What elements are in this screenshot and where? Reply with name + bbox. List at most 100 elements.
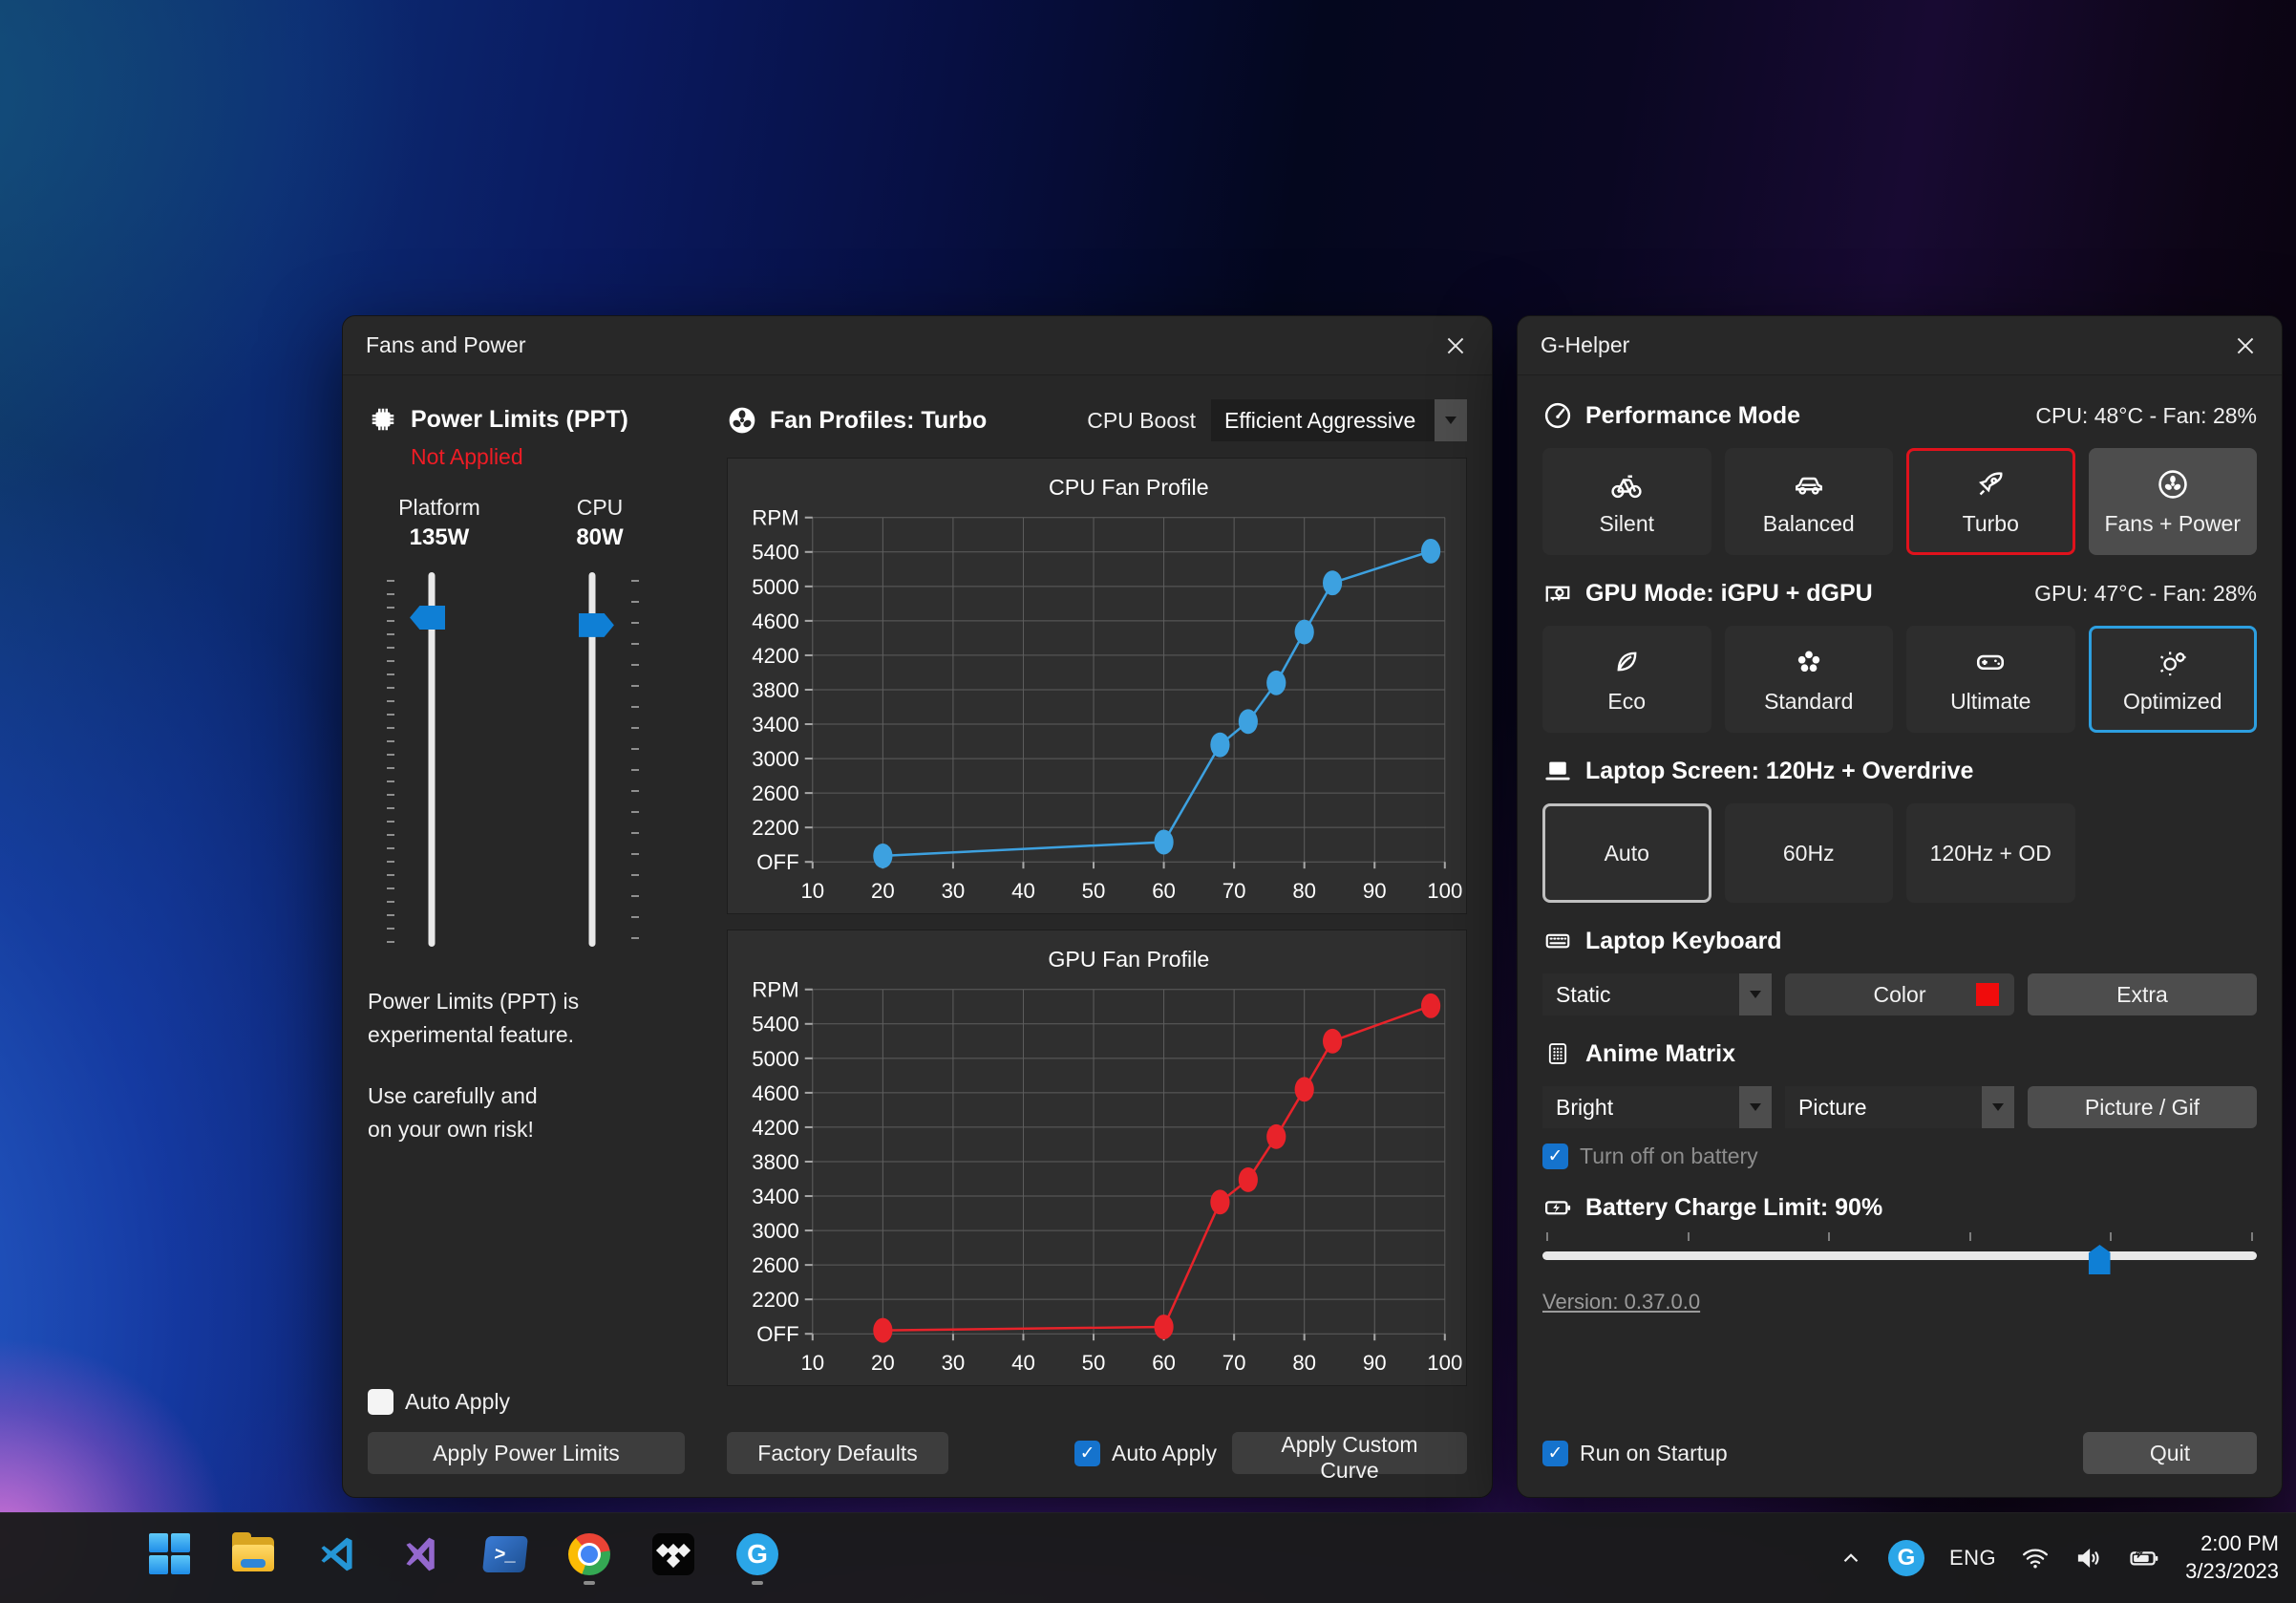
fan-curve-point[interactable]	[1210, 1189, 1229, 1214]
power-limits-auto-apply-label: Auto Apply	[405, 1389, 510, 1415]
ghelper-glyph: G	[1898, 1545, 1916, 1571]
mode-button-label: Turbo	[1963, 511, 2019, 537]
version-link[interactable]: Version: 0.37.0.0	[1542, 1290, 1700, 1314]
tray-chevron-up-icon[interactable]	[1839, 1546, 1863, 1571]
battery-slider-track[interactable]	[1542, 1251, 2257, 1260]
y-tick-label: 3400	[752, 1185, 798, 1208]
screen-button-120hz-od[interactable]: 120Hz + OD	[1906, 803, 2075, 903]
fans-titlebar[interactable]: Fans and Power	[343, 316, 1492, 375]
battery-tray-icon[interactable]	[2128, 1542, 2160, 1574]
desktop: Fans and Power Power Limits (PPT) Not Ap…	[0, 0, 2296, 1603]
cpu-boost-dropdown-button[interactable]	[1435, 399, 1467, 441]
battery-charge-slider[interactable]	[1542, 1232, 2257, 1276]
keyboard-mode-dropdown[interactable]: Static	[1542, 973, 1772, 1015]
powershell-icon: >_	[482, 1536, 528, 1572]
mode-button-silent[interactable]: Silent	[1542, 448, 1711, 555]
chart-canvas[interactable]: CPU Fan Profile102030405060708090100OFF2…	[728, 459, 1466, 913]
taskbar-powershell[interactable]: >_	[476, 1525, 535, 1592]
fan-profiles-header: Fan Profiles: Turbo CPU Boost Efficient …	[727, 398, 1467, 442]
screen-button-auto[interactable]: Auto	[1542, 803, 1711, 903]
fan-curve-point[interactable]	[1266, 671, 1286, 695]
mode-button-fans-power[interactable]: Fans + Power	[2089, 448, 2258, 555]
warning-line: experimental feature.	[368, 1018, 685, 1052]
fan-curve-point[interactable]	[1154, 1314, 1173, 1339]
taskbar-visual-studio[interactable]	[392, 1525, 451, 1592]
gpu-button-eco[interactable]: Eco	[1542, 626, 1711, 733]
wifi-icon[interactable]	[2021, 1544, 2050, 1572]
matrix-mode-value: Picture	[1785, 1086, 1982, 1128]
run-on-startup-checkbox[interactable]: ✓	[1542, 1441, 1568, 1466]
power-limits-header: Power Limits (PPT)	[368, 404, 685, 435]
taskbar-tidal[interactable]	[644, 1525, 703, 1592]
cpu-boost-dropdown[interactable]: Efficient Aggressive	[1211, 399, 1467, 441]
gpu-button-optimized[interactable]: Optimized	[2089, 626, 2258, 733]
cpu-chip-icon	[368, 404, 398, 435]
cpu-slider-thumb[interactable]	[579, 613, 614, 637]
ghelper-window-title: G-Helper	[1541, 332, 1629, 358]
power-limits-warning: Power Limits (PPT) is experimental featu…	[368, 985, 685, 1145]
power-limits-auto-apply-checkbox[interactable]: ✓	[368, 1389, 393, 1415]
cpu-fan-profile-chart[interactable]: CPU Fan Profile102030405060708090100OFF2…	[727, 458, 1467, 914]
fan-curve-point[interactable]	[1295, 620, 1314, 645]
mode-button-turbo[interactable]: Turbo	[1906, 448, 2075, 555]
matrix-controls-row: Bright Picture Picture / Gif	[1542, 1086, 2257, 1128]
matrix-mode-dropdown[interactable]: Picture	[1785, 1086, 2014, 1128]
tray-ghelper-icon[interactable]: G	[1888, 1540, 1924, 1576]
tray-clock[interactable]: 2:00 PM 3/23/2023	[2185, 1530, 2286, 1585]
taskbar-ghelper[interactable]: G	[728, 1525, 787, 1592]
fan-curve-point[interactable]	[1295, 1077, 1314, 1101]
fan-curve-point[interactable]	[1323, 1029, 1342, 1054]
fan-curve-point[interactable]	[1239, 1167, 1258, 1192]
mode-button-balanced[interactable]: Balanced	[1725, 448, 1894, 555]
taskbar-chrome[interactable]	[560, 1525, 619, 1592]
chart-canvas[interactable]: GPU Fan Profile102030405060708090100OFF2…	[728, 930, 1466, 1385]
matrix-mode-dropdown-button[interactable]	[1982, 1086, 2014, 1128]
taskbar-vscode[interactable]	[308, 1525, 367, 1592]
apply-power-limits-button[interactable]: Apply Power Limits	[368, 1432, 685, 1474]
keyboard-mode-dropdown-button[interactable]	[1739, 973, 1772, 1015]
gpu-fan-profile-chart[interactable]: GPU Fan Profile102030405060708090100OFF2…	[727, 930, 1467, 1386]
fan-curve-point[interactable]	[1154, 830, 1173, 855]
y-tick-label: 3000	[752, 747, 798, 771]
platform-slider[interactable]	[400, 572, 463, 947]
fan-curve-point[interactable]	[873, 1318, 892, 1343]
fans-close-button[interactable]	[1429, 324, 1482, 368]
ghelper-close-button[interactable]	[2219, 324, 2272, 368]
screen-button-60hz[interactable]: 60Hz	[1725, 803, 1894, 903]
fans-and-power-window: Fans and Power Power Limits (PPT) Not Ap…	[342, 315, 1493, 1498]
matrix-picture-gif-button[interactable]: Picture / Gif	[2028, 1086, 2257, 1128]
tray-language[interactable]: ENG	[1949, 1546, 1996, 1571]
taskbar-file-explorer[interactable]	[223, 1525, 283, 1592]
fan-curve-point[interactable]	[1239, 709, 1258, 734]
keyboard-color-button[interactable]: Color	[1785, 973, 2014, 1015]
fan-curve-point[interactable]	[1266, 1124, 1286, 1149]
cpu-label: CPU	[528, 495, 671, 521]
quit-button[interactable]: Quit	[2083, 1432, 2257, 1474]
fan-auto-apply-checkbox[interactable]: ✓	[1074, 1441, 1100, 1466]
y-tick-label: 2200	[752, 816, 798, 840]
volume-icon[interactable]	[2074, 1544, 2103, 1572]
start-button[interactable]	[139, 1525, 199, 1592]
platform-slider-thumb[interactable]	[410, 606, 445, 630]
ghelper-titlebar[interactable]: G-Helper	[1518, 316, 2282, 375]
fan-curve-point[interactable]	[1421, 539, 1440, 564]
platform-slider-ticks	[387, 580, 394, 943]
fan-curve-point[interactable]	[1210, 733, 1229, 758]
cpu-slider[interactable]	[561, 572, 624, 947]
gpu-button-standard[interactable]: Standard	[1725, 626, 1894, 733]
fan-curve-point[interactable]	[1421, 994, 1440, 1018]
apply-custom-curve-button[interactable]: Apply Custom Curve	[1232, 1432, 1467, 1474]
factory-defaults-button[interactable]: Factory Defaults	[727, 1432, 948, 1474]
turn-off-on-battery-checkbox[interactable]: ✓	[1542, 1143, 1568, 1169]
keyboard-icon	[1542, 926, 1573, 956]
fan-curve-point[interactable]	[1323, 570, 1342, 595]
x-tick-label: 30	[942, 1351, 966, 1375]
keyboard-extra-button[interactable]: Extra	[2028, 973, 2257, 1015]
mode-button-label: Optimized	[2123, 689, 2222, 715]
battery-slider-thumb[interactable]	[2089, 1245, 2111, 1274]
matrix-brightness-dropdown-button[interactable]	[1739, 1086, 1772, 1128]
matrix-brightness-dropdown[interactable]: Bright	[1542, 1086, 1772, 1128]
fan-curve-point[interactable]	[873, 844, 892, 868]
x-tick-label: 10	[800, 879, 824, 903]
gpu-button-ultimate[interactable]: Ultimate	[1906, 626, 2075, 733]
